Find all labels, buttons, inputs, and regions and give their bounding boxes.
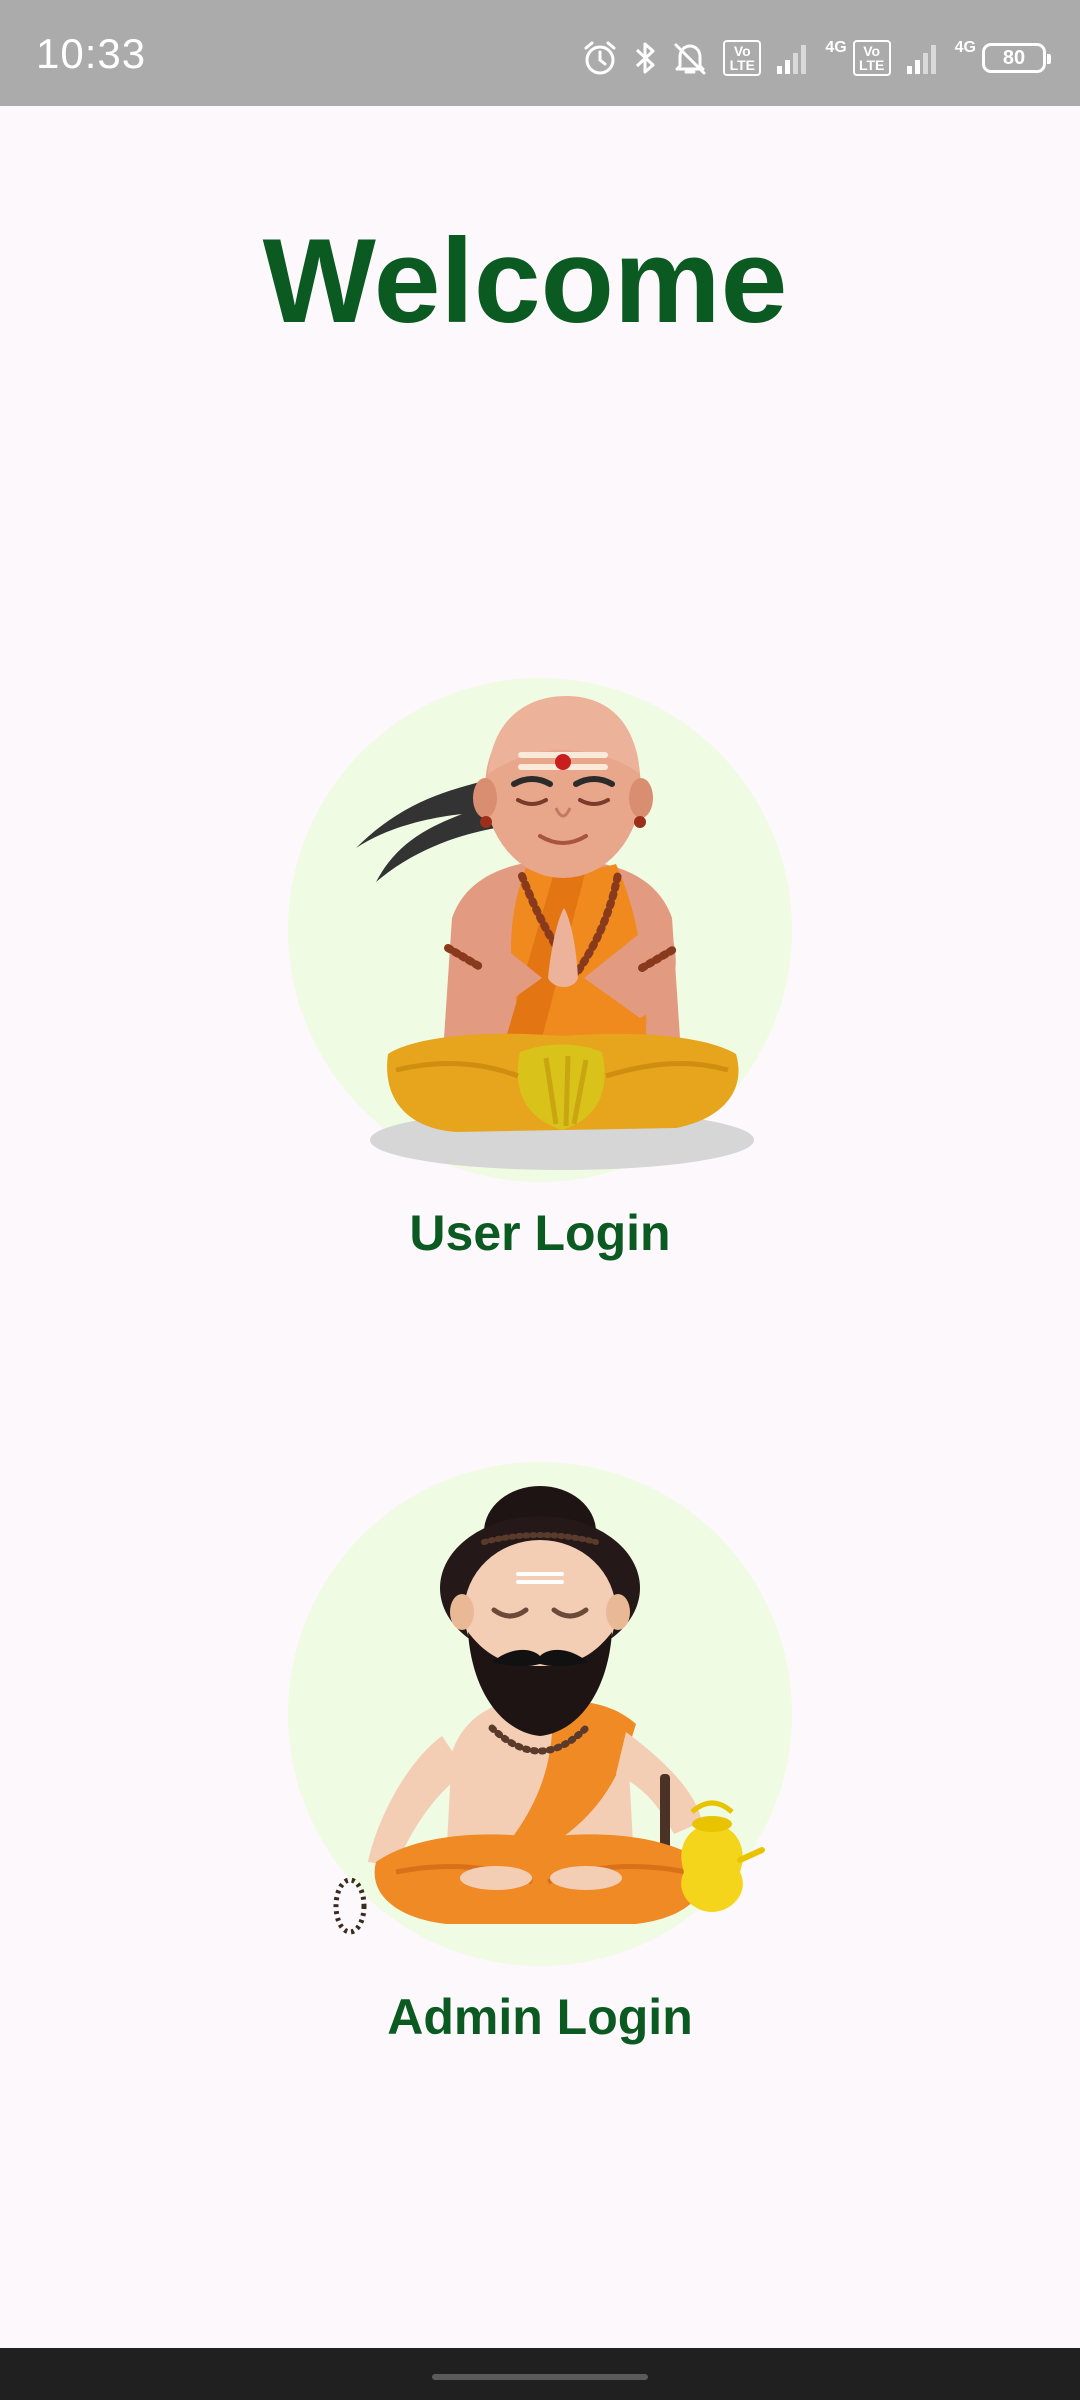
- signal-icon: [905, 40, 941, 76]
- admin-login-button[interactable]: Admin Login: [256, 1462, 824, 2046]
- user-avatar[interactable]: [256, 678, 824, 1182]
- status-bar: 10:33 Vo LTE 4G Vo LTE 4G 80: [0, 0, 1080, 106]
- navigation-bar: [0, 2348, 1080, 2400]
- bluetooth-icon: [633, 39, 657, 77]
- status-time: 10:33: [36, 30, 147, 77]
- volte-icon: Vo LTE: [723, 40, 762, 76]
- battery-level: 80: [1002, 46, 1026, 69]
- meditating-sage-illustration: [288, 1462, 792, 1966]
- home-gesture-handle[interactable]: [432, 2374, 648, 2380]
- network-type-sim2: 4G: [954, 39, 976, 56]
- alarm-icon: [581, 39, 619, 77]
- page-title: Welcome: [262, 214, 788, 348]
- meditating-priest-illustration: [288, 678, 792, 1182]
- signal-icon: [775, 40, 811, 76]
- volte-icon: Vo LTE: [852, 40, 891, 76]
- network-type-sim1: 4G: [825, 39, 847, 56]
- admin-avatar[interactable]: [256, 1462, 824, 1966]
- user-login-button[interactable]: User Login: [256, 678, 824, 1262]
- notification-muted-icon: [671, 39, 709, 77]
- admin-login-label[interactable]: Admin Login: [256, 1988, 824, 2046]
- battery-icon: 80: [982, 43, 1051, 73]
- user-login-label[interactable]: User Login: [256, 1204, 824, 1262]
- status-icons: Vo LTE 4G Vo LTE 4G 80: [581, 34, 1051, 82]
